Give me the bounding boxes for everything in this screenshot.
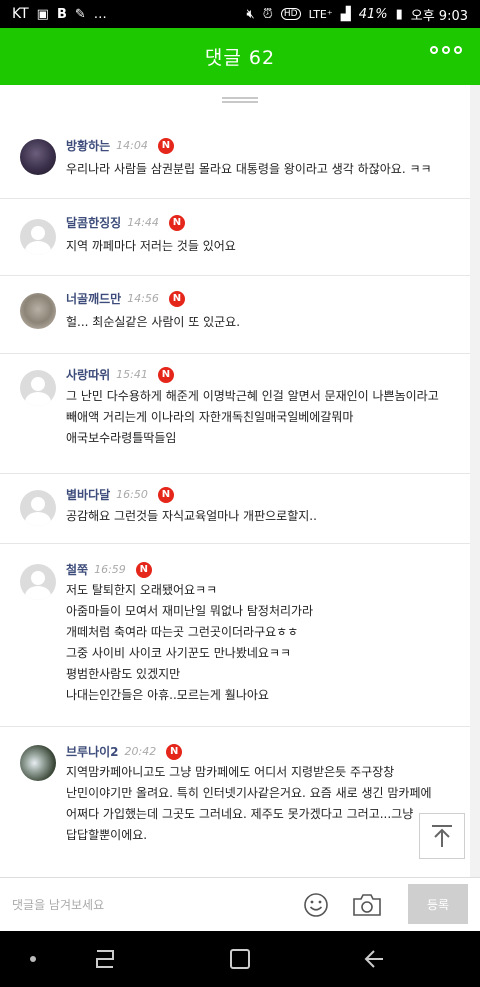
comment-author[interactable]: 브루나이2 — [66, 743, 119, 760]
comment-line: 평범한사람도 있겠지만 — [66, 667, 181, 681]
drag-handle[interactable] — [222, 97, 258, 103]
comment-text: 지역 까페마다 저러는 것들 있어요 — [66, 236, 462, 257]
comment-text: 지역맘카페아니고도 그냥 맘카페에도 어디서 지령받은듯 주구장창 난민이야기만… — [66, 762, 462, 846]
avatar[interactable] — [20, 370, 56, 406]
comment-list-area[interactable]: 방황하는 14:04 N 우리나라 사람들 삼권분립 몰라요 대통령을 왕이라고… — [0, 85, 480, 877]
dot-indicator-icon — [30, 956, 36, 962]
emoji-button[interactable] — [303, 892, 329, 918]
avatar[interactable] — [20, 219, 56, 255]
comment-time: 14:56 — [127, 292, 159, 305]
signal-icon: ▟ — [340, 6, 351, 22]
system-nav-bar — [0, 931, 480, 987]
arrow-up-icon — [432, 825, 452, 847]
comment-line: 저도 탈퇴한지 오래됐어요ㅋㅋ — [66, 583, 218, 597]
back-icon[interactable] — [360, 945, 390, 973]
comment-line: 나대는인간들은 아휴..모르는게 훨나아요 — [66, 688, 269, 702]
carrier-label: KT — [12, 6, 29, 22]
comment-input[interactable] — [12, 894, 282, 916]
avatar[interactable] — [20, 139, 56, 175]
gallery-notification-icon: ▣ — [36, 6, 49, 22]
comment-line: 어쩌다 가입했는데 그곳도 그러네요. 제주도 못가겠다고 그러고...그냥 — [66, 807, 414, 821]
submit-button[interactable]: 등록 — [408, 884, 468, 924]
comment-text: 저도 탈퇴한지 오래됐어요ㅋㅋ 아줌마들이 모여서 재미난일 뭐없나 탐정처리가… — [66, 580, 462, 706]
clock: 오후 9:03 — [410, 8, 468, 24]
battery-label: 41% — [358, 6, 388, 22]
mute-icon: 🔇︎ — [246, 6, 255, 22]
avatar[interactable] — [20, 564, 56, 600]
comment-line: 지역 까페마다 저러는 것들 있어요 — [66, 239, 236, 253]
network-label: LTE⁺ — [308, 7, 333, 21]
camera-icon — [353, 894, 381, 916]
comment-time: 16:59 — [94, 563, 126, 576]
comment-author[interactable]: 철쭉 — [66, 561, 88, 578]
comment-item[interactable]: 사랑따위 15:41 N 그 난민 다수용하게 해준게 이명박근혜 인걸 알면서… — [0, 354, 470, 474]
comment-time: 14:44 — [127, 216, 159, 229]
new-badge: N — [166, 743, 183, 760]
comment-input-bar: 등록 — [0, 877, 480, 931]
recent-apps-icon[interactable] — [90, 945, 120, 973]
comment-time: 15:41 — [116, 368, 148, 381]
comment-line: 아줌마들이 모여서 재미난일 뭐없나 탐정처리가라 — [66, 604, 314, 618]
comment-author[interactable]: 방황하는 — [66, 137, 110, 154]
new-badge: N — [168, 290, 185, 307]
new-badge: N — [157, 366, 174, 383]
comment-text: 그 난민 다수용하게 해준게 이명박근혜 인걸 알면서 문재인이 나쁜놈이라고 … — [66, 386, 462, 449]
comment-author[interactable]: 별바다달 — [66, 486, 110, 503]
comment-line: 공감해요 그런것들 자식교육얼마나 개판으로할지.. — [66, 509, 317, 523]
comment-item[interactable]: 별바다달 16:50 N 공감해요 그런것들 자식교육얼마나 개판으로할지.. — [0, 474, 470, 544]
avatar[interactable] — [20, 745, 56, 781]
blog-notification-icon: B — [56, 6, 67, 22]
comment-line: 개떼처럼 축여라 따는곳 그런곳이더라구요ㅎㅎ — [66, 625, 299, 639]
comment-time: 16:50 — [116, 488, 148, 501]
comments-header: 댓글 62 — [0, 28, 480, 85]
more-dots-icon[interactable] — [430, 46, 462, 54]
comment-time: 20:42 — [124, 745, 157, 758]
smiley-icon — [304, 893, 328, 917]
avatar[interactable] — [20, 293, 56, 329]
new-badge: N — [135, 561, 152, 578]
comment-line: 난민이야기만 올려요. 특히 인터넷기사같은거요. 요즘 새로 생긴 맘카페에 — [66, 786, 432, 800]
comment-text: 우리나라 사람들 삼권분립 몰라요 대통령을 왕이라고 생각 하잖아요. ㅋㅋ — [66, 159, 462, 180]
comment-line: 우리나라 사람들 삼권분립 몰라요 대통령을 왕이라고 생각 하잖아요. ㅋㅋ — [66, 162, 432, 176]
comment-line: 지역맘카페아니고도 그냥 맘카페에도 어디서 지령받은듯 주구장창 — [66, 765, 395, 779]
edit-notification-icon: ✎ — [74, 6, 86, 22]
comment-text: 헐... 최순실같은 사람이 또 있군요. — [66, 312, 462, 333]
comment-item[interactable]: 달콤한징징 14:44 N 지역 까페마다 저러는 것들 있어요 — [0, 199, 470, 276]
comment-card: 방황하는 14:04 N 우리나라 사람들 삼권분립 몰라요 대통령을 왕이라고… — [0, 85, 470, 877]
comment-author[interactable]: 달콤한징징 — [66, 214, 121, 231]
comment-line: 답답할뿐이에요. — [66, 828, 148, 842]
comment-line: 애국보수라령틀딱들임 — [66, 431, 177, 445]
comment-author[interactable]: 사랑따위 — [66, 366, 110, 383]
comment-item[interactable]: 브루나이2 20:42 N 지역맘카페아니고도 그냥 맘카페에도 어디서 지령받… — [0, 727, 470, 877]
comment-line: 그 난민 다수용하게 해준게 이명박근혜 인걸 알면서 문재인이 나쁜놈이라고 — [66, 389, 439, 403]
comment-item[interactable]: 철쭉 16:59 N 저도 탈퇴한지 오래됐어요ㅋㅋ 아줌마들이 모여서 재미난… — [0, 544, 470, 727]
more-notifications-icon: … — [93, 6, 107, 22]
alarm-icon: ⏰︎ — [262, 6, 273, 22]
scroll-top-button[interactable] — [419, 813, 465, 859]
home-icon[interactable] — [225, 945, 255, 973]
comment-item[interactable]: 방황하는 14:04 N 우리나라 사람들 삼권분립 몰라요 대통령을 왕이라고… — [0, 121, 470, 199]
comment-line: 그중 사이비 사이코 사기꾼도 만나봤네요ㅋㅋ — [66, 646, 292, 660]
hd-icon: HD — [280, 8, 301, 20]
page-title: 댓글 62 — [204, 47, 276, 69]
comment-line: 헐... 최순실같은 사람이 또 있군요. — [66, 315, 241, 329]
comment-item[interactable]: 너골깨드만 14:56 N 헐... 최순실같은 사람이 또 있군요. — [0, 276, 470, 354]
new-badge: N — [157, 486, 174, 503]
new-badge: N — [168, 214, 185, 231]
avatar[interactable] — [20, 490, 56, 526]
battery-icon: ▮ — [395, 6, 403, 22]
camera-button[interactable] — [351, 892, 383, 918]
new-badge: N — [157, 137, 174, 154]
comment-time: 14:04 — [116, 139, 148, 152]
comment-author[interactable]: 너골깨드만 — [66, 290, 121, 307]
comment-line: 빼애액 거리는게 이나라의 자한개독친일매국일베에갈뭐마 — [66, 410, 354, 424]
status-bar: KT ▣ B ✎ … 🔇︎ ⏰︎ HD LTE⁺ ▟ 41% ▮ 오후 9:03 — [0, 0, 480, 28]
comment-text: 공감해요 그런것들 자식교육얼마나 개판으로할지.. — [66, 506, 462, 527]
